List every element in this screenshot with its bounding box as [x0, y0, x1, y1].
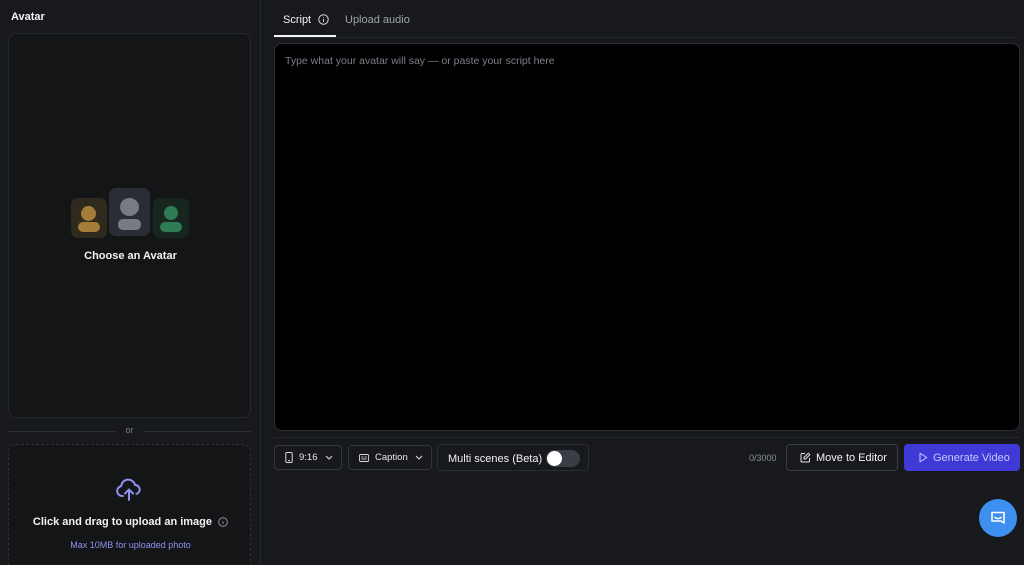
script-tabs: Script Upload audio [274, 0, 1018, 38]
chat-icon [991, 511, 1005, 524]
multi-scenes-label: Multi scenes (Beta) [448, 453, 543, 465]
multi-scenes-toggle[interactable] [546, 450, 580, 467]
upload-cloud-icon [116, 478, 141, 501]
choose-avatar-label: Choose an Avatar [84, 250, 177, 262]
toggle-knob [547, 451, 562, 466]
chevron-down-icon [325, 455, 332, 460]
move-to-editor-button[interactable]: Move to Editor [786, 444, 898, 471]
upload-image-dropzone[interactable]: Click and drag to upload an image Max 10… [8, 444, 251, 565]
chat-support-button[interactable] [979, 499, 1017, 537]
script-editor [274, 43, 1020, 431]
avatar-panel-title: Avatar [11, 11, 45, 23]
chevron-down-icon [415, 455, 423, 460]
tab-script[interactable]: Script [283, 14, 329, 26]
aspect-ratio-value: 9:16 [299, 452, 318, 463]
avatar-placeholder-icon [109, 188, 150, 236]
upload-image-label: Click and drag to upload an image [9, 516, 252, 528]
tab-script-label: Script [283, 14, 312, 26]
tab-upload-audio[interactable]: Upload audio [345, 14, 410, 26]
generate-video-button[interactable]: Generate Video [904, 444, 1020, 471]
avatar-placeholder-icon [153, 198, 189, 238]
generate-video-label: Generate Video [933, 451, 1010, 464]
script-input[interactable] [275, 44, 1019, 430]
avatar-placeholder-icon [71, 198, 107, 238]
toolbar-divider [274, 437, 1020, 438]
edit-icon [800, 452, 811, 463]
caption-label: Caption [375, 452, 408, 463]
upload-image-text: Click and drag to upload an image [32, 516, 213, 528]
multi-scenes-control: Multi scenes (Beta) [437, 444, 589, 471]
character-counter: 0/3000 [749, 453, 777, 463]
info-icon[interactable] [218, 517, 228, 527]
caption-icon [359, 453, 369, 462]
or-divider: or [8, 425, 251, 437]
play-icon [919, 452, 928, 463]
move-to-editor-label: Move to Editor [816, 451, 887, 464]
info-icon[interactable] [318, 14, 329, 25]
active-tab-indicator [274, 35, 336, 37]
or-text: or [125, 425, 134, 435]
phone-icon [285, 452, 293, 463]
choose-avatar-card[interactable]: Choose an Avatar [8, 33, 251, 418]
caption-dropdown[interactable]: Caption [348, 445, 432, 470]
avatar-panel: Avatar Choose an Avatar or Click and dra… [0, 0, 261, 565]
aspect-ratio-dropdown[interactable]: 9:16 [274, 445, 342, 470]
upload-size-hint: Max 10MB for uploaded photo [70, 540, 191, 550]
avatar-illustration [71, 188, 189, 240]
